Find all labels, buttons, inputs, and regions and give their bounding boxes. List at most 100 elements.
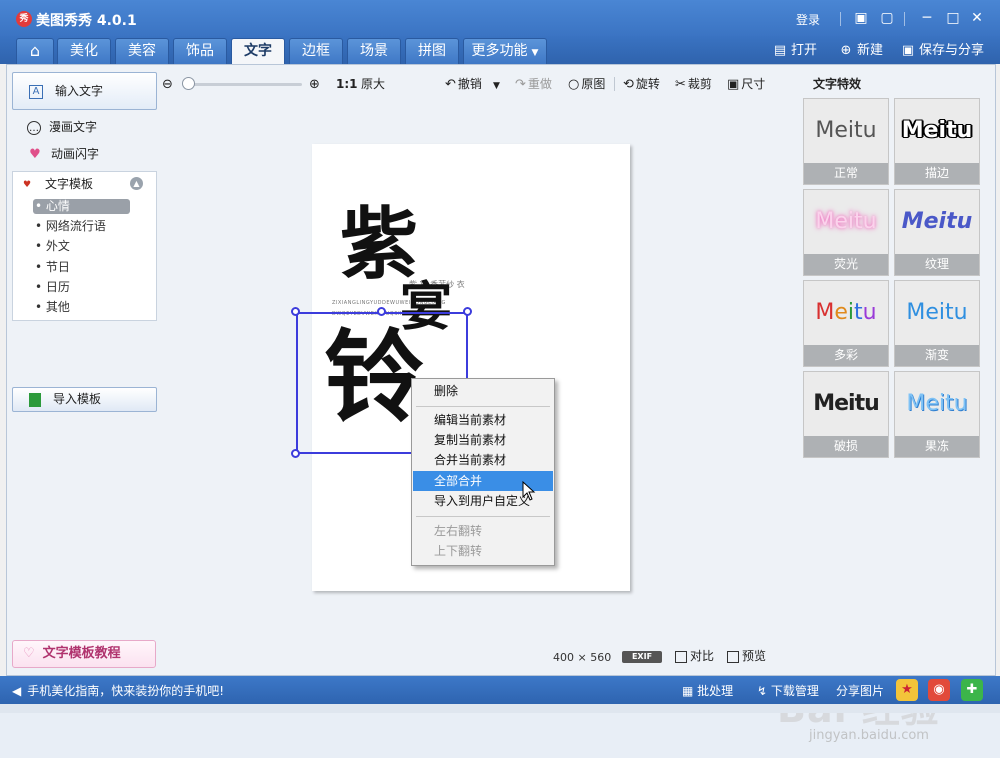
rotate-handle[interactable] xyxy=(377,307,386,316)
image-width: 400 xyxy=(553,651,574,664)
tab-scene[interactable]: 场景 xyxy=(347,38,401,64)
preview-button[interactable]: 预览 xyxy=(727,648,766,664)
comic-text-item[interactable]: … 漫画文字 xyxy=(27,118,97,136)
folder-icon: ▤ xyxy=(773,43,787,58)
rotate-label: 旋转 xyxy=(635,77,660,91)
resize-handle[interactable] xyxy=(291,449,300,458)
tab-accessories[interactable]: 饰品 xyxy=(173,38,227,64)
menu-flip-vertical[interactable]: 上下翻转 xyxy=(413,541,553,561)
image-dimensions: 400 × 560 xyxy=(553,651,611,664)
new-button[interactable]: ⊕ 新建 xyxy=(838,42,883,60)
resize-handle[interactable] xyxy=(291,307,300,316)
chevron-down-icon: ▼ xyxy=(531,48,539,58)
minimize-icon[interactable]: ─ xyxy=(918,9,936,27)
save-share-button[interactable]: ▣ 保存与分享 xyxy=(900,42,984,60)
download-label: 下载管理 xyxy=(770,684,819,698)
template-tutorial-button[interactable]: ♡ 文字模板教程 xyxy=(12,640,156,668)
effect-sample: Meitu xyxy=(815,118,877,143)
feedback-icon[interactable]: ▣ xyxy=(852,9,870,27)
undo-dropdown[interactable]: ▼ xyxy=(493,73,500,95)
original-image-button[interactable]: ○ 原图 xyxy=(568,73,605,95)
animated-text-item[interactable]: ♥ 动画闪字 xyxy=(27,145,99,163)
tab-face[interactable]: 美容 xyxy=(115,38,169,64)
multicolor-part: u xyxy=(862,300,877,325)
download-manager-button[interactable]: ↯ 下载管理 xyxy=(757,682,819,699)
tab-collage[interactable]: 拼图 xyxy=(405,38,459,64)
effect-label: 多彩 xyxy=(804,345,888,366)
import-template-button[interactable]: 导入模板 xyxy=(12,387,157,412)
tab-home[interactable]: ⌂ xyxy=(16,38,54,64)
template-header[interactable]: ♥ 文字模板 xyxy=(23,175,93,193)
share-image-button[interactable]: 分享图片 xyxy=(836,682,884,699)
effect-gradient[interactable]: Meitu 渐变 xyxy=(894,280,980,367)
resize-button[interactable]: ▣ 尺寸 xyxy=(727,73,765,95)
redo-button[interactable]: ↷ 重做 xyxy=(515,73,552,95)
import-template-label: 导入模板 xyxy=(53,392,102,406)
category-holiday[interactable]: • 节日 xyxy=(33,260,130,275)
menu-copy-material[interactable]: 复制当前素材 xyxy=(413,430,553,450)
undo-button[interactable]: ↶ 撤销 xyxy=(445,73,482,95)
weibo-icon[interactable]: ◉ xyxy=(928,679,950,701)
category-other[interactable]: • 其他 xyxy=(33,300,130,315)
effect-normal[interactable]: Meitu 正常 xyxy=(803,98,889,185)
tab-beautify[interactable]: 美化 xyxy=(57,38,111,64)
category-internet-slang[interactable]: • 网络流行语 xyxy=(33,219,130,234)
plus-icon[interactable]: ✚ xyxy=(961,679,983,701)
menu-separator xyxy=(416,406,550,407)
compare-button[interactable]: 对比 xyxy=(675,648,714,664)
batch-button[interactable]: ▦ 批处理 xyxy=(682,682,733,699)
skin-icon[interactable]: ▢ xyxy=(878,9,896,27)
maximize-icon[interactable]: □ xyxy=(944,9,962,27)
effect-sample: Meitu xyxy=(813,391,880,416)
status-message[interactable]: ◀ 手机美化指南，快来装扮你的手机吧! xyxy=(12,682,224,699)
preview-label: 预览 xyxy=(742,649,767,663)
menu-merge-material[interactable]: 合并当前素材 xyxy=(413,450,553,470)
zoom-slider-handle[interactable] xyxy=(182,77,195,90)
category-mood[interactable]: • 心情 xyxy=(33,199,130,214)
size-label: 尺寸 xyxy=(741,77,766,91)
save-share-label: 保存与分享 xyxy=(919,43,985,58)
rotate-button[interactable]: ⟲ 旋转 xyxy=(623,73,660,95)
actual-ratio-button[interactable]: 1:1 xyxy=(336,73,358,95)
import-icon xyxy=(29,392,41,407)
text-a-icon: A xyxy=(29,84,43,99)
zoom-out-icon[interactable]: ⊖ xyxy=(162,73,175,95)
exif-button[interactable]: EXIF xyxy=(622,651,662,663)
save-icon: ▣ xyxy=(901,43,915,58)
category-foreign[interactable]: • 外文 xyxy=(33,239,130,254)
tab-more[interactable]: 更多功能 ▼ xyxy=(463,38,547,64)
category-calendar[interactable]: • 日历 xyxy=(33,280,130,295)
tab-more-label: 更多功能 xyxy=(471,43,528,59)
left-panel: A 输入文字 … 漫画文字 ♥ 动画闪字 ♥ 文字模板 ▲ • 心情 • 网络流行语 •… xyxy=(7,65,157,677)
app-window: 秀 美图秀秀 4.0.1 登录 ▣ ▢ ─ □ ✕ ⌂ 美化 美容 饰品 文字 … xyxy=(0,0,1000,743)
zoom-in-icon[interactable]: ⊕ xyxy=(309,73,322,95)
crop-button[interactable]: ✂ 裁剪 xyxy=(675,73,712,95)
toolbar-divider xyxy=(614,77,615,91)
effect-stroke[interactable]: Meitu 描边 xyxy=(894,98,980,185)
effect-label: 果冻 xyxy=(895,436,979,457)
effect-texture-card[interactable]: Meitu 纹理 xyxy=(894,189,980,276)
tab-text[interactable]: 文字 xyxy=(231,38,285,64)
effect-label: 描边 xyxy=(895,163,979,184)
circle-icon: ○ xyxy=(568,77,580,92)
home-icon: ⌂ xyxy=(29,41,41,60)
effect-glow-card[interactable]: Meitu 荧光 xyxy=(803,189,889,276)
star-icon[interactable]: ★ xyxy=(896,679,918,701)
menu-delete[interactable]: 删除 xyxy=(413,381,553,401)
tab-border[interactable]: 边框 xyxy=(289,38,343,64)
open-button[interactable]: ▤ 打开 xyxy=(772,42,817,60)
resize-handle[interactable] xyxy=(463,307,472,316)
effect-broken[interactable]: Meitu 破损 xyxy=(803,371,889,458)
effect-multicolor[interactable]: Meitu 多彩 xyxy=(803,280,889,367)
comic-text-label: 漫画文字 xyxy=(49,120,98,134)
effect-jelly[interactable]: Meitu 果冻 xyxy=(894,371,980,458)
menu-edit-material[interactable]: 编辑当前素材 xyxy=(413,410,553,430)
collapse-icon[interactable]: ▲ xyxy=(130,177,143,190)
close-icon[interactable]: ✕ xyxy=(968,9,986,27)
zoom-slider[interactable] xyxy=(184,83,302,86)
login-link[interactable]: 登录 xyxy=(796,11,820,28)
input-text-button[interactable]: A 输入文字 xyxy=(12,72,157,110)
menu-flip-horizontal[interactable]: 左右翻转 xyxy=(413,521,553,541)
original-size-button[interactable]: 原大 xyxy=(361,73,385,95)
new-label: 新建 xyxy=(857,43,884,58)
